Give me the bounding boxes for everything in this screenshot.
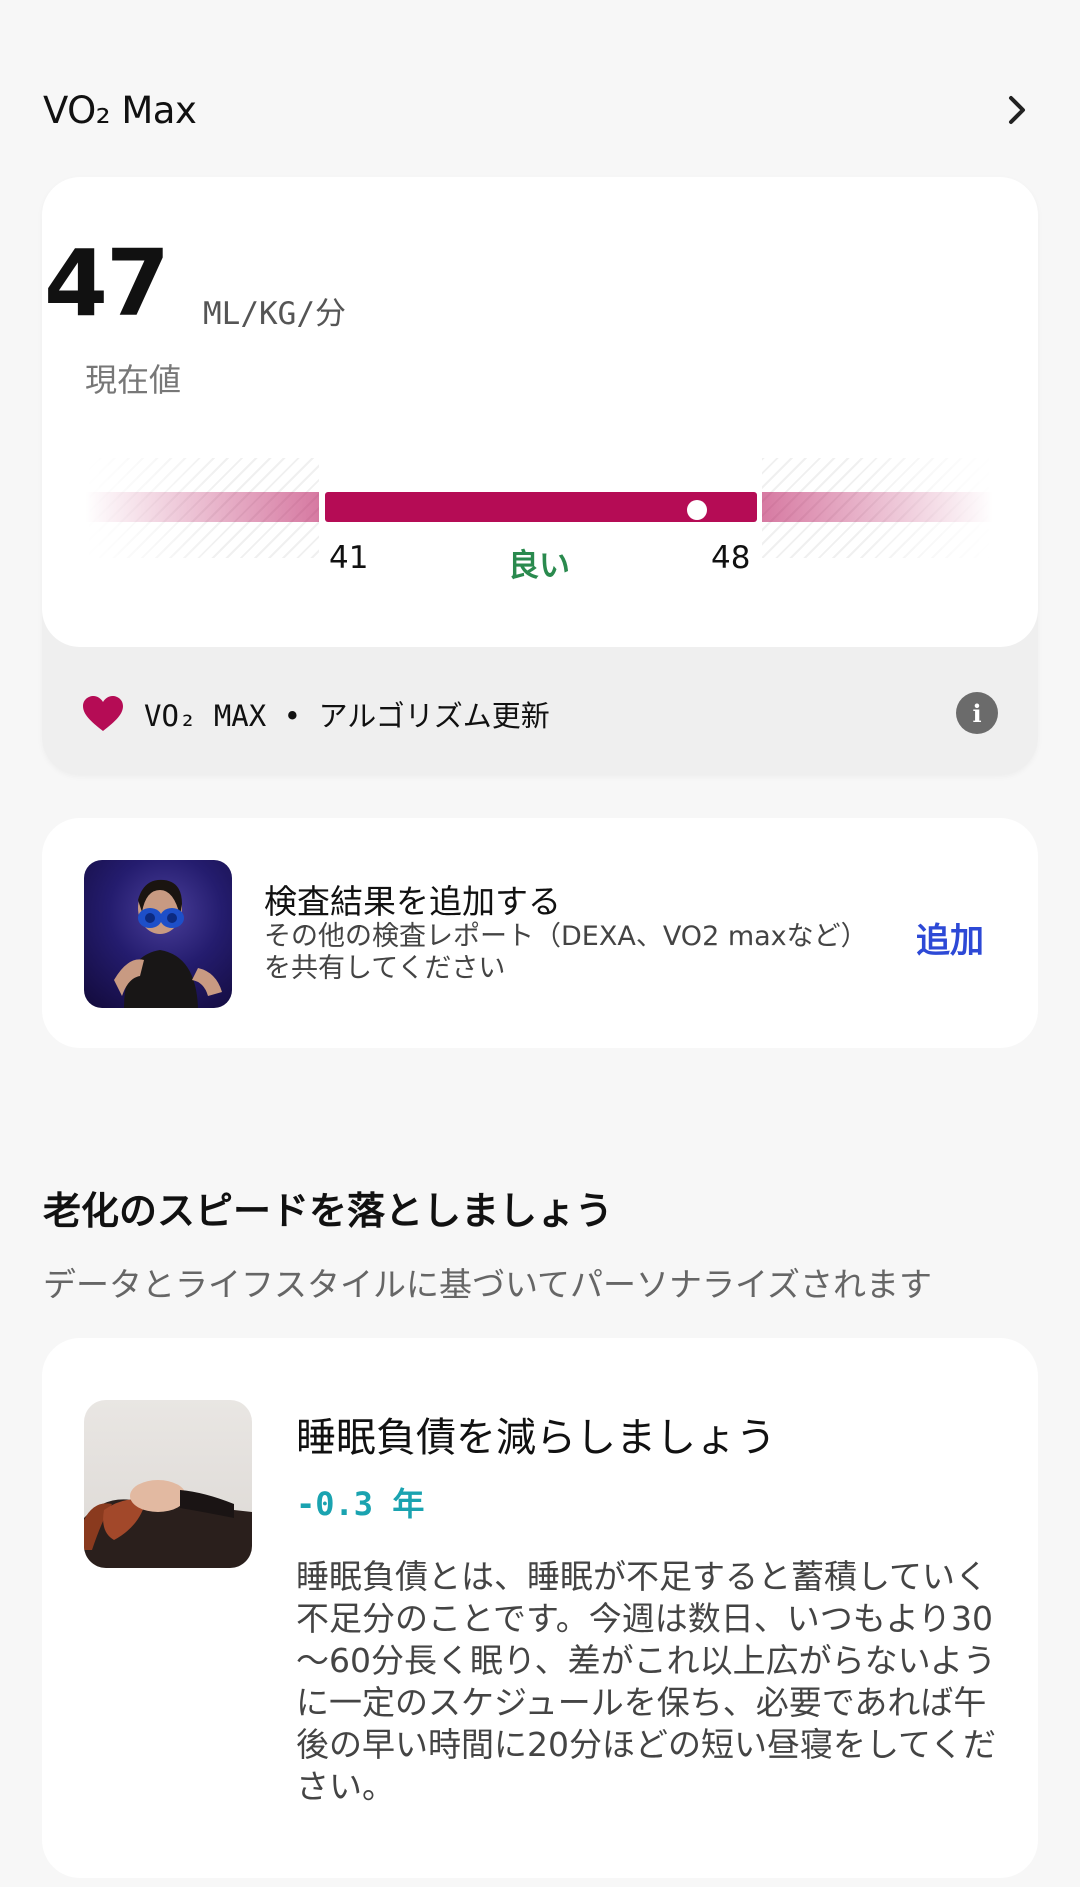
add-result-card[interactable]: 検査結果を追加する その他の検査レポート（DEXA、VO2 maxなど） を共有… bbox=[42, 818, 1038, 1048]
tip-title: 睡眠負債を減らしましょう bbox=[296, 1415, 776, 1461]
metric-caption: 現在値 bbox=[85, 361, 182, 399]
add-result-subtitle-line2: を共有してください bbox=[264, 953, 506, 984]
sleeping-woman-image bbox=[84, 1400, 252, 1568]
tip-age-delta: -0.3 年 bbox=[296, 1485, 425, 1523]
metric-unit: ML/KG/分 bbox=[203, 296, 346, 332]
range-high-value: 48 bbox=[711, 540, 751, 576]
athlete-mask-image bbox=[84, 860, 232, 1008]
range-low-value: 41 bbox=[329, 540, 369, 576]
range-bar-above bbox=[762, 492, 993, 522]
range-bar-below bbox=[85, 492, 319, 522]
range-status-label: 良い bbox=[508, 548, 570, 584]
source-label: VO₂ MAX • アルゴリズム更新 bbox=[144, 699, 550, 733]
add-result-subtitle-line1: その他の検査レポート（DEXA、VO2 maxなど） bbox=[264, 921, 868, 952]
section-header[interactable]: VO₂ Max bbox=[43, 80, 1037, 140]
add-result-title: 検査結果を追加する bbox=[264, 882, 561, 921]
add-button[interactable]: 追加 bbox=[916, 913, 984, 962]
metric-value: 47 bbox=[44, 230, 170, 337]
aging-section-title: 老化のスピードを落としましょう bbox=[43, 1189, 614, 1233]
tip-description: 睡眠負債とは、睡眠が不足すると蓄積していく不足分のことです。今週は数日、いつもよ… bbox=[296, 1557, 997, 1806]
chevron-right-icon[interactable] bbox=[997, 90, 1037, 130]
vo2max-screen: VO₂ Max 47 ML/KG/分 現在値 41 良い 48 VO₂ MAX … bbox=[0, 0, 1080, 1887]
current-value-marker bbox=[686, 500, 707, 520]
info-icon[interactable]: i bbox=[956, 692, 998, 734]
sleep-debt-tip-card[interactable]: 睡眠負債を減らしましょう -0.3 年 睡眠負債とは、睡眠が不足すると蓄積してい… bbox=[42, 1338, 1038, 1878]
aging-section-subtitle: データとライフスタイルに基づいてパーソナライズされます bbox=[43, 1265, 933, 1304]
add-result-subtitle: その他の検査レポート（DEXA、VO2 maxなど） を共有してください bbox=[264, 921, 868, 985]
heart-icon bbox=[82, 695, 124, 733]
section-title: VO₂ Max bbox=[43, 88, 197, 132]
source-row: VO₂ MAX • アルゴリズム更新 i bbox=[82, 690, 998, 738]
